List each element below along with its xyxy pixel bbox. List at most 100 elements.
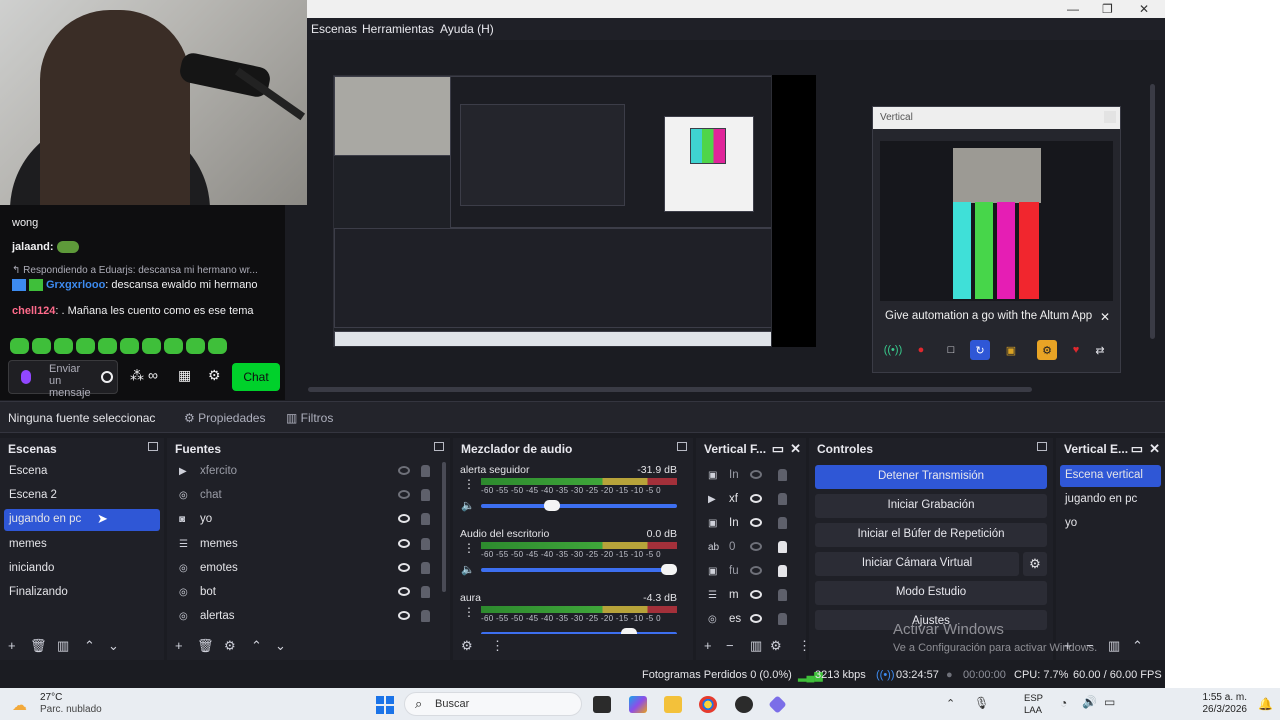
taskbar-search[interactable]: ⌕ Buscar [404,692,582,716]
studio-mode-button[interactable]: Modo Estudio [815,581,1047,605]
altum-promo[interactable]: Give automation a go with the Altum App [880,306,1113,328]
scene-item[interactable]: Escena 2 [4,485,160,507]
gear-icon[interactable]: ⚙ [224,638,236,654]
clock-time[interactable]: 1:55 a. m. [1193,692,1247,703]
trash-icon[interactable]: 🗑 [30,638,47,654]
source-item[interactable]: ◎ alertas [171,606,446,628]
stop-icon[interactable]: □ [941,340,961,360]
emote-icon[interactable] [208,338,227,354]
stream-icon[interactable]: ((•)) [883,340,903,360]
vertical-scene-item[interactable]: jugando en pc [1060,489,1161,511]
gear-icon[interactable]: ⚙ [1037,340,1057,360]
eye-icon[interactable] [398,466,410,475]
vertical-close-button[interactable] [1104,111,1116,123]
float-icon[interactable]: ▭ [772,441,784,457]
gear-icon[interactable]: ⚙ [770,638,782,654]
volume-knob[interactable] [544,500,560,511]
source-item[interactable]: ◙ yo [171,509,446,531]
copilot-icon[interactable] [629,696,647,713]
menu-dots-icon[interactable]: ⋮ [463,606,475,618]
weather-temp[interactable]: 27°C [40,692,62,703]
up-icon[interactable]: ⌃ [84,638,95,654]
share-icon[interactable]: ⇄ [1090,340,1110,360]
promo-close-icon[interactable]: ✕ [1100,310,1110,324]
language-code[interactable]: ESP [1024,693,1043,704]
gear-icon[interactable]: ⚙ [208,367,221,384]
replay-buffer-button[interactable]: Iniciar el Búfer de Repetición [815,523,1047,547]
emote-icon[interactable] [54,338,73,354]
app-icon[interactable] [768,695,787,714]
filters-button[interactable]: ▥ Filtros [286,411,333,425]
preview-canvas[interactable] [333,75,772,347]
volume-icon[interactable]: 🔈 [461,499,475,512]
filter-icon[interactable]: ▥ [57,638,69,654]
emote-icon[interactable] [142,338,161,354]
add-icon[interactable]: + [8,638,16,653]
menu-dots-icon[interactable]: ⋮ [491,638,504,654]
source-item[interactable]: ◎ chat [171,485,446,507]
lock-icon[interactable] [778,613,787,625]
emoji-icon[interactable] [101,371,113,383]
lock-icon[interactable] [421,489,430,501]
emote-icon[interactable] [98,338,117,354]
eye-icon[interactable] [398,514,410,523]
chat-input[interactable]: Enviar un mensaje [8,360,118,399]
menu-dots-icon[interactable]: ⋮ [463,478,475,490]
virtual-camera-button[interactable]: Iniciar Cámara Virtual [815,552,1019,576]
vertical-source-item[interactable]: ▣ fu [700,561,802,583]
volume-icon[interactable]: 🔈 [461,563,475,576]
eye-icon[interactable] [398,490,410,499]
stop-streaming-button[interactable]: Detener Transmisión [815,465,1047,489]
menu-escenas[interactable]: Escenas [311,22,357,36]
lock-icon[interactable] [421,562,430,574]
dock-float-icon[interactable] [677,442,687,451]
vertical-scene-item-selected[interactable]: Escena vertical [1060,465,1161,487]
mic-icon[interactable]: 🎙 [974,696,989,710]
wifi-icon[interactable]: ◔ [1060,696,1067,710]
eye-icon[interactable] [398,563,410,572]
lock-icon[interactable] [778,469,787,481]
lock-icon[interactable] [778,589,787,601]
chevron-up-icon[interactable]: ⌃ [946,697,955,710]
source-item[interactable]: ▶ xfercito [171,461,446,483]
chat-button[interactable]: Chat [232,363,280,391]
preview-scrollbar-horizontal[interactable] [308,387,1032,392]
obs-icon[interactable] [735,696,753,713]
vertical-source-item[interactable]: ☰ m [700,585,802,607]
camera-icon[interactable]: ▣ [1001,340,1021,360]
lock-icon[interactable] [778,517,787,529]
emote-icon[interactable] [76,338,95,354]
menu-herramientas[interactable]: Herramientas [362,22,434,36]
battery-icon[interactable]: ▭ [1104,695,1115,709]
add-icon[interactable]: + [704,638,712,653]
folder-icon[interactable] [664,696,682,713]
store-icon[interactable]: ▦ [178,367,191,384]
record-icon[interactable]: ● [911,340,931,360]
volume-slider[interactable] [481,564,677,575]
lock-icon[interactable] [421,586,430,598]
clock-date[interactable]: 26/3/2026 [1193,704,1248,715]
close-icon[interactable]: ✕ [1149,441,1160,457]
scene-item[interactable]: iniciando [4,558,160,580]
volume-knob[interactable] [661,564,677,575]
eye-icon[interactable] [398,587,410,596]
vertical-source-item[interactable]: ◎ es [700,609,802,631]
windows-start-icon[interactable] [376,696,394,714]
emote-icon[interactable] [120,338,139,354]
down-icon[interactable]: ⌄ [108,638,119,654]
eye-icon[interactable] [750,470,762,479]
dock-float-icon[interactable] [148,442,158,451]
vertical-source-item[interactable]: ab 0 [700,537,802,559]
source-item[interactable]: ◎ emotes [171,558,446,580]
gear-icon[interactable]: ⚙ [461,638,473,654]
start-recording-button[interactable]: Iniciar Grabación [815,494,1047,518]
menu-dots-icon[interactable]: ⋮ [463,542,475,554]
weather-desc[interactable]: Parc. nublado [40,704,102,715]
filter-icon[interactable]: ▥ [1108,638,1120,654]
eye-icon[interactable] [750,614,762,623]
lock-icon[interactable] [778,541,787,553]
chrome-icon[interactable] [699,696,717,713]
eye-icon[interactable] [398,611,410,620]
lock-icon[interactable] [778,565,787,577]
speaker-icon[interactable]: 🔊 [1082,695,1097,709]
